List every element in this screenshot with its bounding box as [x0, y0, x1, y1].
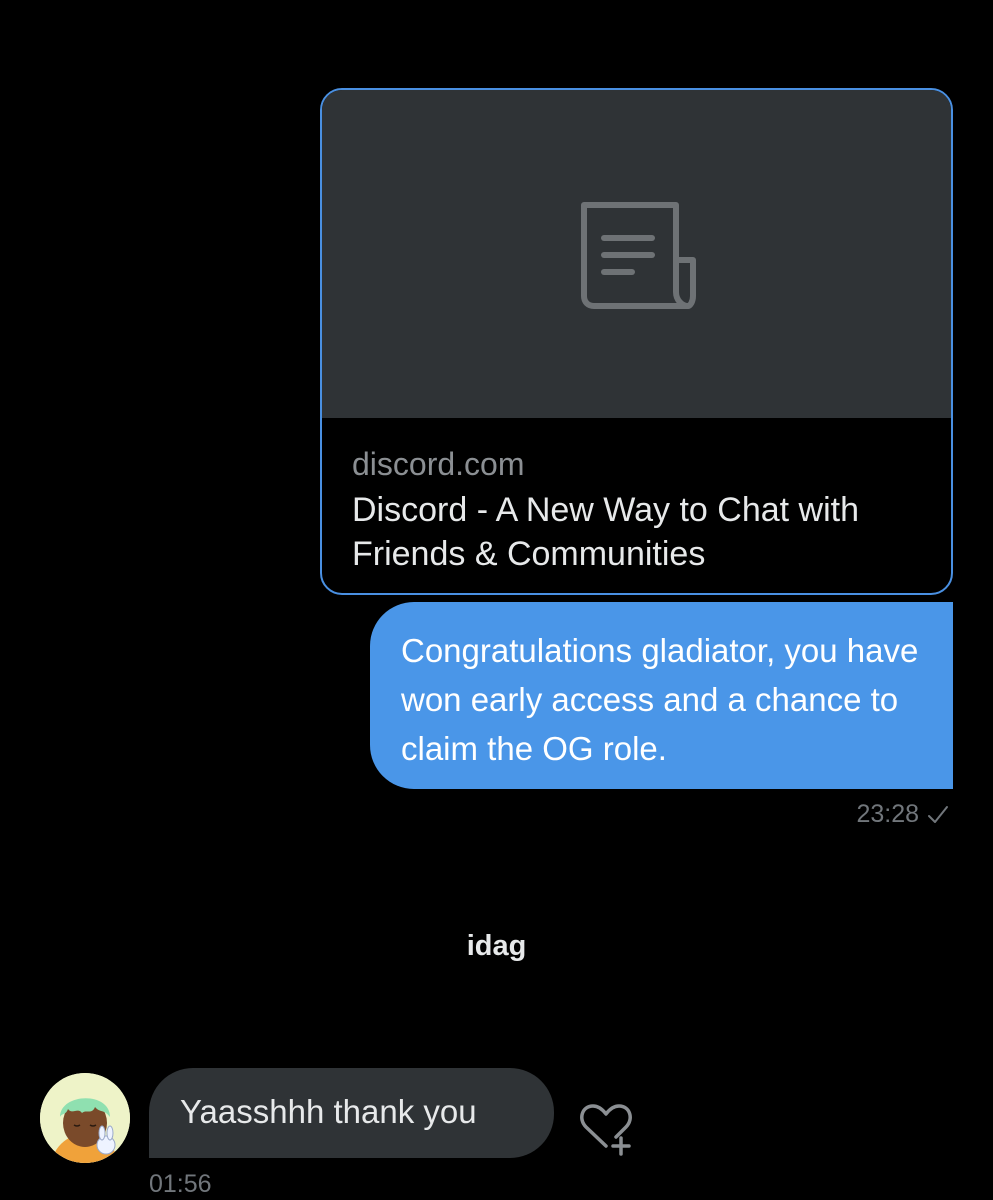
document-icon	[581, 202, 696, 309]
outgoing-message-meta: 23:28	[856, 800, 949, 829]
avatar-illustration	[40, 1073, 130, 1163]
link-preview-text: discord.com Discord - A New Way to Chat …	[352, 444, 921, 576]
sender-name: idag	[466, 930, 527, 962]
link-domain: discord.com	[352, 446, 525, 482]
link-preview-card[interactable]: discord.com Discord - A New Way to Chat …	[320, 88, 953, 595]
link-title: Discord - A New Way to Chat with Friends…	[352, 491, 860, 573]
heart-plus-icon[interactable]	[576, 1100, 636, 1158]
outgoing-message-time: 23:28	[856, 800, 919, 828]
outgoing-message-text: Congratulations gladiator, you have won …	[401, 632, 919, 767]
incoming-message-bubble[interactable]: Yaasshhh thank you	[149, 1068, 554, 1158]
incoming-message-text: Yaasshhh thank you	[180, 1093, 477, 1130]
link-preview-image	[322, 90, 951, 418]
avatar[interactable]	[40, 1073, 130, 1163]
outgoing-message-bubble[interactable]: Congratulations gladiator, you have won …	[370, 602, 953, 789]
check-icon	[928, 805, 948, 823]
incoming-message-time: 01:56	[149, 1170, 212, 1198]
